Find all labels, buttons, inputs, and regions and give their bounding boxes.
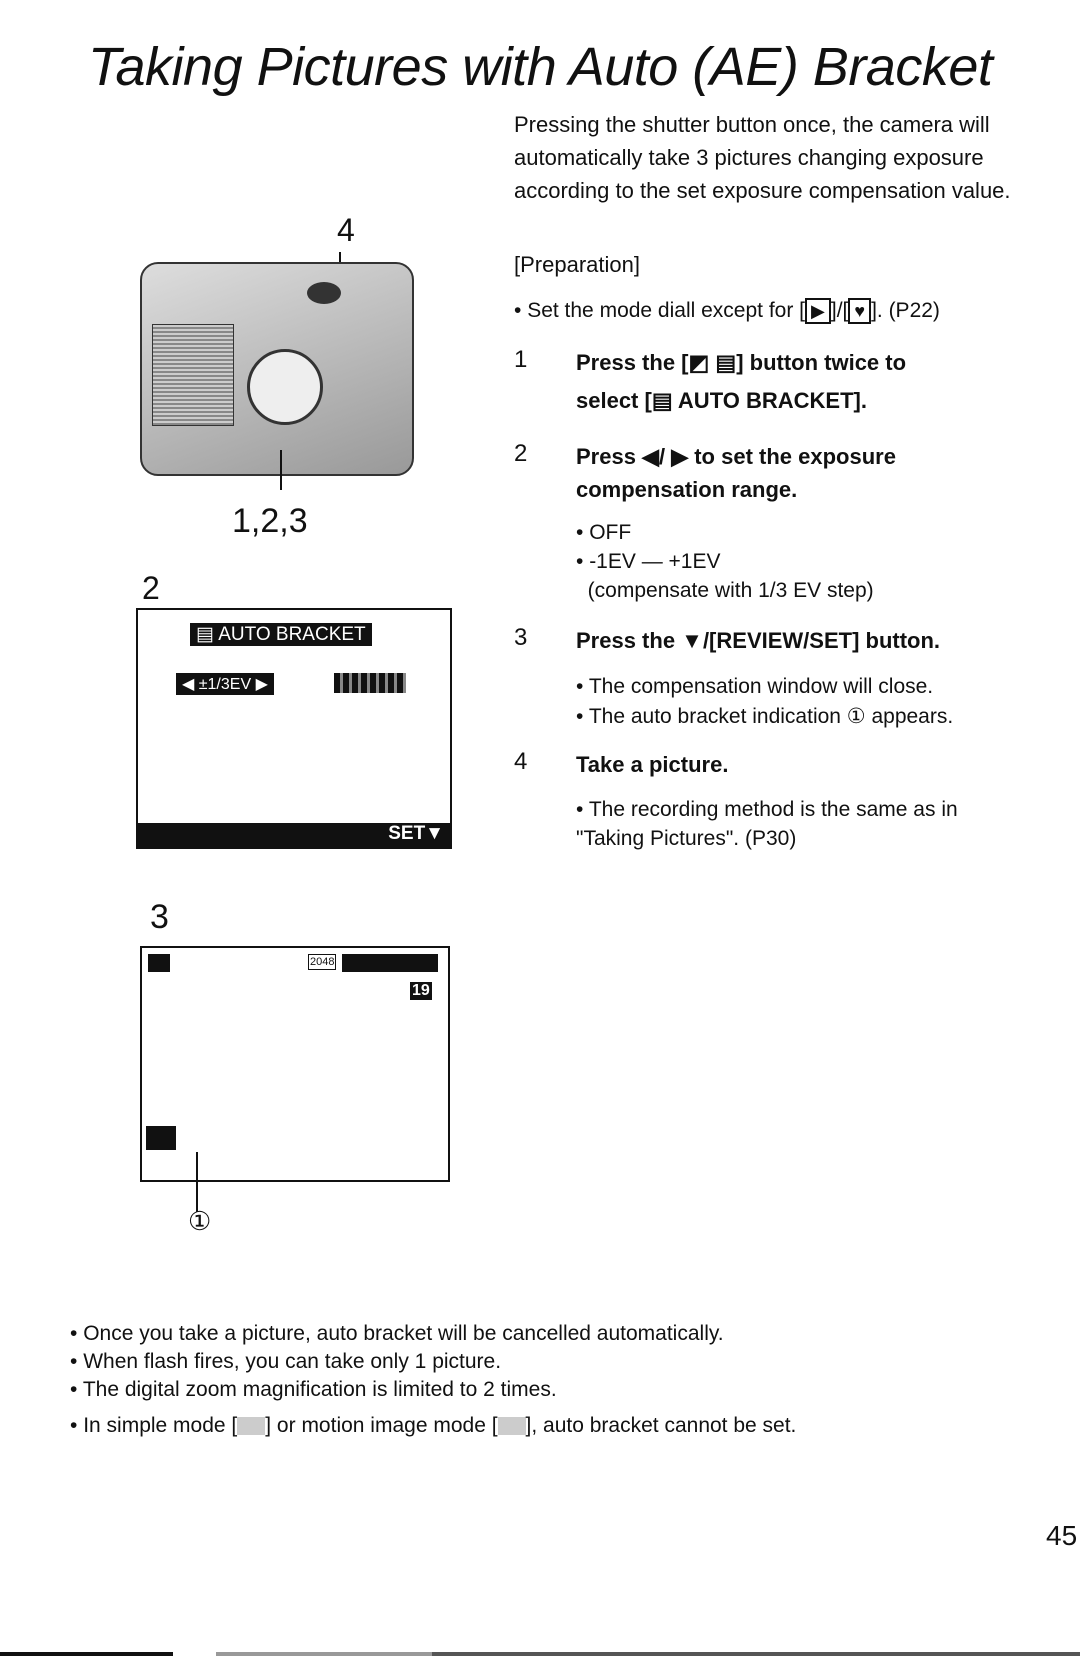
lens <box>247 349 323 425</box>
battery-icon <box>342 954 438 972</box>
step-3-text: Press the ▼/[REVIEW/SET] button. <box>576 628 941 653</box>
auto-bracket-indicator-icon <box>146 1126 176 1150</box>
ev-scale <box>334 673 406 693</box>
preparation-label: [Preparation] <box>514 252 640 277</box>
text: ] or motion image mode [ <box>265 1414 498 1437</box>
notes-list: • Once you take a picture, auto bracket … <box>70 1320 796 1440</box>
lcd-screen-3: 2048 19 <box>140 946 450 1182</box>
menu-header: ▤ AUTO BRACKET <box>190 623 372 646</box>
ev-value: ◀ ±1/3EV ▶ <box>176 673 274 695</box>
figure-label: 2 <box>142 570 160 606</box>
playback-icon: ▶ <box>805 298 831 325</box>
set-bar: SET▼ <box>138 823 450 847</box>
note-item: • The digital zoom magnification is limi… <box>70 1378 557 1401</box>
callout-4: 4 <box>337 212 355 248</box>
callout-123: 1,2,3 <box>232 502 308 540</box>
text: -1EV — +1EV <box>589 550 721 573</box>
text: The recording method is the same as in "… <box>576 798 958 850</box>
note-item: • When flash fires, you can take only 1 … <box>70 1350 502 1373</box>
text: AUTO BRACKET]. <box>677 388 867 413</box>
bottom-rule <box>0 1652 1080 1656</box>
text: ]/[ <box>830 299 849 322</box>
resolution: 2048 <box>308 954 337 970</box>
text: The digital zoom magnification is limite… <box>82 1378 557 1401</box>
text: In simple mode [ <box>83 1414 238 1437</box>
step-2-text: Press ◀/ ▶ to set the exposure compensat… <box>576 444 896 502</box>
text: AUTO BRACKET <box>218 624 366 645</box>
heart-icon: ♥ <box>848 298 872 325</box>
note-item: • Once you take a picture, auto bracket … <box>70 1322 724 1345</box>
step-4-details: • The recording method is the same as in… <box>576 798 958 850</box>
step-4-text: Take a picture. <box>576 752 729 777</box>
shots-remaining: 19 <box>410 982 432 1000</box>
text: (compensate with 1/3 EV step) <box>587 579 874 602</box>
callout-1: ① <box>188 1206 212 1236</box>
step-2-details: • OFF • -1EV — +1EV (compensate with 1/3… <box>576 521 874 602</box>
text: ], auto bracket cannot be set. <box>525 1414 797 1437</box>
auto-bracket-icon: ▤ <box>651 388 678 413</box>
step-number: 4 <box>514 748 528 775</box>
text: select [ <box>576 388 652 413</box>
lcd-screen-2: ▤ AUTO BRACKET ◀ ±1/3EV ▶ SET▼ <box>136 608 452 849</box>
exposure-icon: ◩ ▤ <box>688 350 737 375</box>
callout-line <box>196 1152 198 1212</box>
intro-paragraph: Pressing the shutter button once, the ca… <box>514 112 1011 203</box>
text: ]. (P22) <box>871 299 940 322</box>
text: Once you take a picture, auto bracket wi… <box>83 1322 724 1345</box>
figure-label: 3 <box>150 898 169 936</box>
simple-mode-icon <box>237 1417 266 1436</box>
motion-image-mode-icon <box>497 1417 526 1436</box>
text: SET▼ <box>388 823 444 844</box>
shutter-button <box>307 282 341 304</box>
callout-line <box>280 450 282 490</box>
flash-grille <box>152 324 234 426</box>
text: The auto bracket indication ① appears. <box>588 705 954 728</box>
note-item: • In simple mode [] or motion image mode… <box>70 1414 797 1437</box>
text: The compensation window will close. <box>588 675 934 698</box>
step-number: 3 <box>514 624 528 651</box>
text: When flash fires, you can take only 1 pi… <box>83 1350 502 1373</box>
page-number: 45 <box>1046 1520 1078 1551</box>
step-1-text: Press the [◩ ▤] button twice to select [… <box>576 346 1036 423</box>
page-title: Taking Pictures with Auto (AE) Bracket <box>88 37 993 97</box>
text: ] button twice to <box>736 350 907 375</box>
text: Press the [ <box>576 350 689 375</box>
step-3-details: • The compensation window will close. • … <box>576 675 954 728</box>
step-number: 1 <box>514 346 528 373</box>
step-number: 2 <box>514 440 528 467</box>
text: OFF <box>589 521 632 544</box>
manual-page: Taking Pictures with Auto (AE) Bracket P… <box>0 0 1080 1680</box>
camera-mode-icon <box>148 954 170 972</box>
camera-illustration <box>140 262 414 476</box>
preparation-bullet: • Set the mode diall except for [▶]/[♥].… <box>514 294 940 327</box>
text: Set the mode diall except for [ <box>527 299 806 322</box>
